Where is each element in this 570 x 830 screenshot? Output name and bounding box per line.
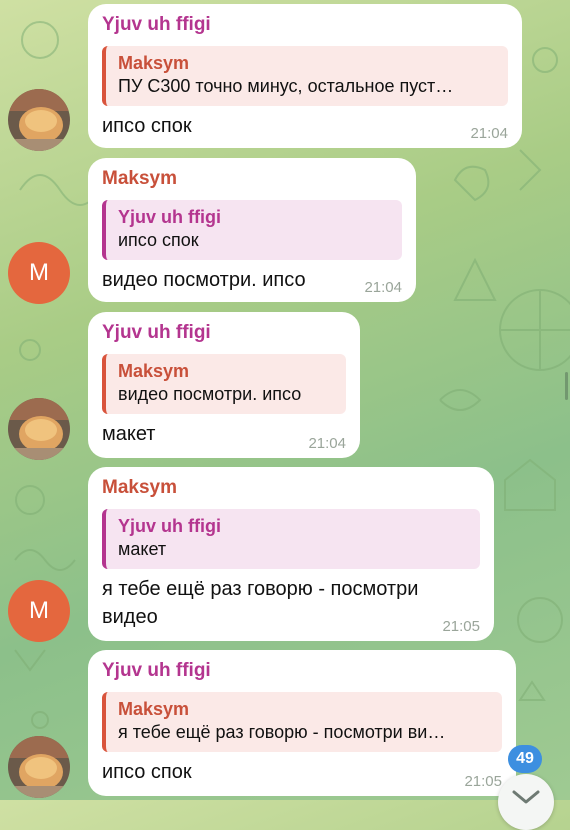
reply-quote[interactable]: Yjuv uh ffigi ипсо спок <box>102 200 402 260</box>
sender-name[interactable]: Maksym <box>102 477 480 501</box>
avatar[interactable]: M <box>8 242 70 304</box>
message-time: 21:04 <box>364 279 402 296</box>
message-text-line: видео <box>102 606 158 628</box>
message-time: 21:05 <box>464 773 502 790</box>
avatar[interactable] <box>8 398 70 460</box>
bread-photo-icon <box>8 89 70 151</box>
avatar[interactable] <box>8 736 70 798</box>
sender-name[interactable]: Yjuv uh ffigi <box>102 660 502 684</box>
bread-photo-icon <box>8 398 70 460</box>
sender-name[interactable]: Maksym <box>102 168 402 192</box>
reply-text: ипсо спок <box>118 230 199 250</box>
bread-photo-icon <box>8 736 70 798</box>
message-text-line: я тебе ещё раз говорю - посмотри <box>102 578 419 600</box>
message-bubble[interactable]: Maksym Yjuv uh ffigi макет я тебе ещё ра… <box>88 467 494 641</box>
avatar[interactable] <box>8 89 70 151</box>
reply-author: Yjuv uh ffigi <box>118 207 221 227</box>
reply-text: видео посмотри. ипсо <box>118 384 302 404</box>
reply-author: Maksym <box>118 53 190 73</box>
reply-quote[interactable]: Maksym видео посмотри. ипсо <box>102 354 346 414</box>
message-bubble[interactable]: Maksym Yjuv uh ffigi ипсо спок видео пос… <box>88 158 416 302</box>
message-time: 21:05 <box>442 618 480 635</box>
sender-name[interactable]: Yjuv uh ffigi <box>102 322 346 346</box>
message-bubble[interactable]: Yjuv uh ffigi Maksym я тебе ещё раз гово… <box>88 650 516 796</box>
avatar-letter: M <box>29 597 49 624</box>
reply-text: я тебе ещё раз говорю - посмотри ви… <box>118 722 446 742</box>
message-text: я тебе ещё раз говорю - посмотри видео <box>102 575 480 631</box>
message-text: видео посмотри. ипсо <box>102 269 306 291</box>
avatar-letter: M <box>29 259 49 286</box>
reply-author: Yjuv uh ffigi <box>118 516 221 536</box>
reply-author: Maksym <box>118 361 190 381</box>
message-time: 21:04 <box>308 435 346 452</box>
message-bubble[interactable]: Yjuv uh ffigi Maksym видео посмотри. ипс… <box>88 312 360 458</box>
avatar[interactable]: M <box>8 580 70 642</box>
reply-quote[interactable]: Yjuv uh ffigi макет <box>102 509 480 569</box>
message-bubble[interactable]: Yjuv uh ffigi Maksym ПУ С300 точно минус… <box>88 4 522 148</box>
reply-text: макет <box>118 539 167 559</box>
sender-name[interactable]: Yjuv uh ffigi <box>102 14 508 38</box>
scrollbar-thumb[interactable] <box>565 372 568 400</box>
reply-text: ПУ С300 точно минус, остальное пуст… <box>118 76 454 96</box>
message-time: 21:04 <box>470 125 508 142</box>
unread-count-badge: 49 <box>508 745 542 773</box>
chevron-down-icon <box>512 790 540 804</box>
message-text: ипсо спок <box>102 761 192 783</box>
reply-author: Maksym <box>118 699 190 719</box>
message-text: ипсо спок <box>102 115 192 137</box>
scroll-to-bottom-button[interactable] <box>498 774 554 830</box>
reply-quote[interactable]: Maksym ПУ С300 точно минус, остальное пу… <box>102 46 508 106</box>
reply-quote[interactable]: Maksym я тебе ещё раз говорю - посмотри … <box>102 692 502 752</box>
